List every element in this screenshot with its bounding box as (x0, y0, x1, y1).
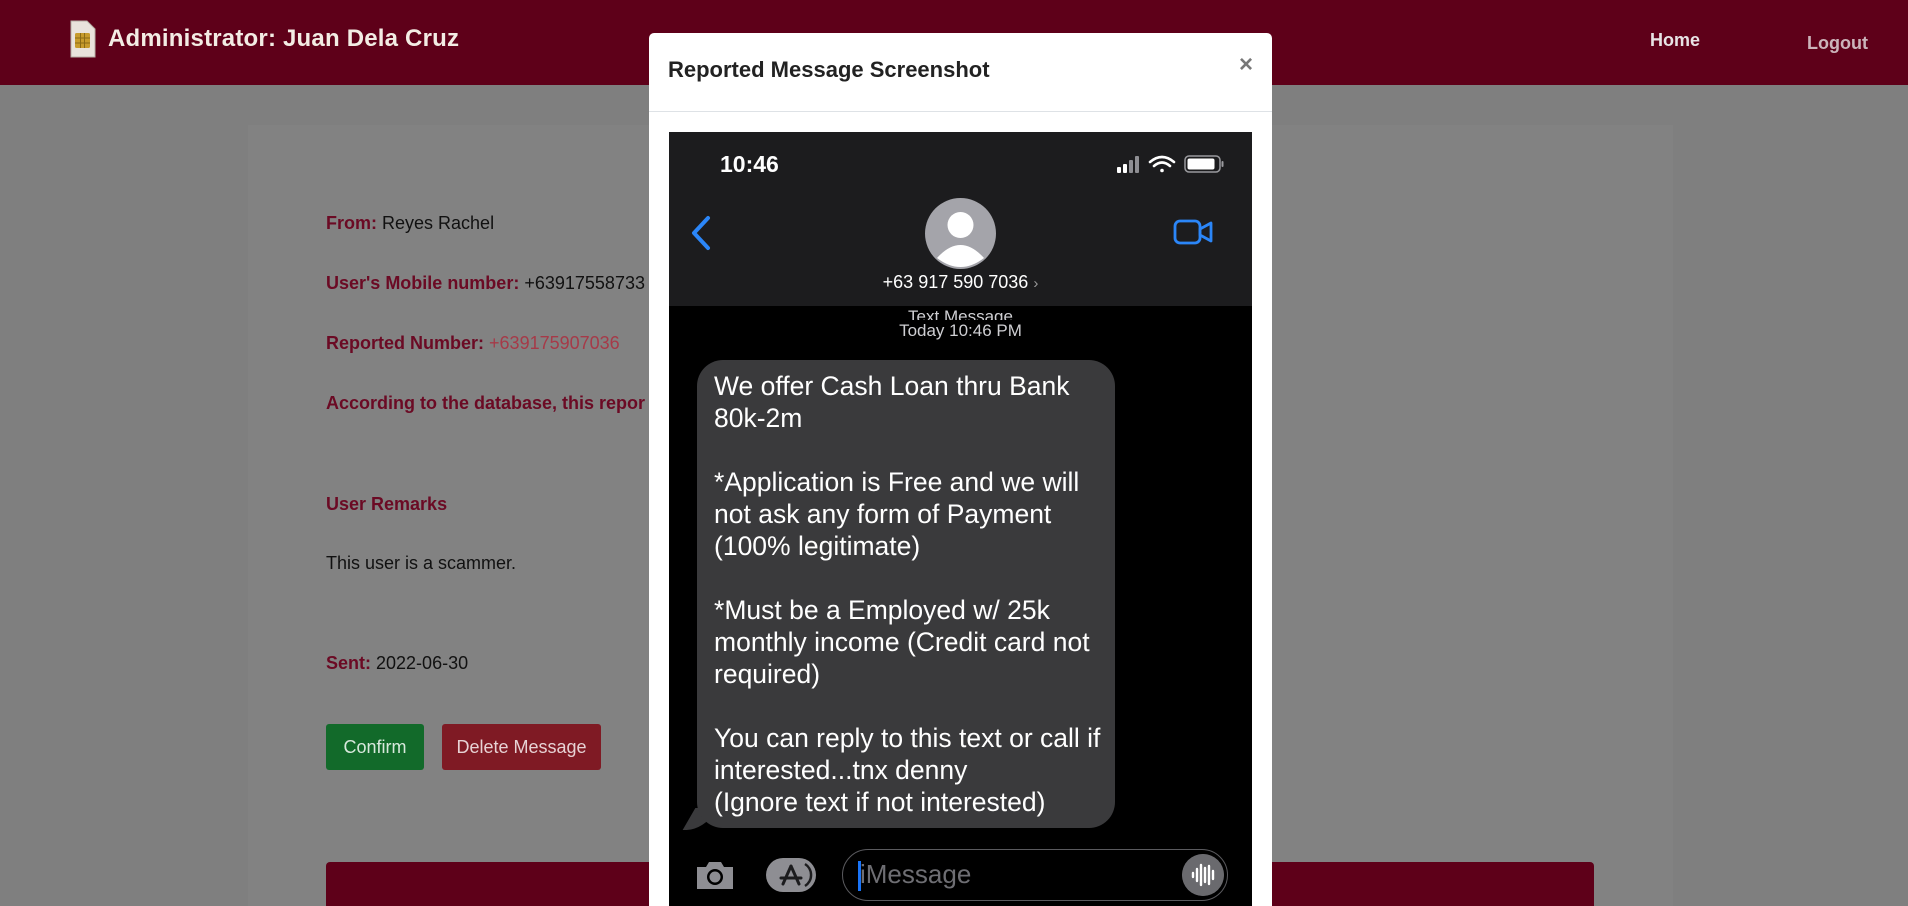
reported-number-value: +639175907036 (489, 333, 620, 353)
mobile-row: User's Mobile number: +63917558733 (326, 273, 645, 294)
imessage-placeholder: iMessage (860, 859, 972, 889)
message-timestamp: Today 10:46 PM (899, 321, 1022, 340)
screenshot-modal: Reported Message Screenshot × 10:46 +63 … (649, 33, 1272, 906)
message-body: We offer Cash Loan thru Bank 80k-2m *App… (714, 371, 1101, 817)
chevron-left-icon[interactable] (689, 215, 713, 251)
cellular-signal-icon (1117, 156, 1139, 173)
message-bubble: We offer Cash Loan thru Bank 80k-2m *App… (697, 360, 1115, 828)
delete-message-button[interactable]: Delete Message (442, 724, 601, 770)
from-value: Reyes Rachel (382, 213, 495, 233)
nav-home-link[interactable]: Home (1650, 30, 1700, 51)
database-note: According to the database, this repor (326, 393, 646, 413)
wifi-icon (1148, 155, 1176, 173)
video-call-icon[interactable] (1173, 218, 1213, 246)
user-remarks-title: User Remarks (326, 494, 448, 514)
user-remarks-text: This user is a scammer. (326, 553, 517, 573)
message-meta: Text Message Today 10:46 PM (669, 307, 1252, 342)
contact-avatar-icon[interactable] (925, 198, 996, 269)
mobile-label: User's Mobile number: (326, 273, 520, 293)
status-icons (1117, 155, 1224, 173)
from-row: From: Reyes Rachel (326, 213, 494, 234)
contact-number[interactable]: +63 917 590 7036 › (669, 272, 1252, 293)
modal-header: Reported Message Screenshot × (649, 33, 1272, 112)
sent-label: Sent: (326, 653, 371, 673)
modal-close-button[interactable]: × (1239, 51, 1253, 79)
contact-number-text: +63 917 590 7036 (882, 272, 1029, 292)
message-screenshot: 10:46 +63 917 590 7036 › Text Message To… (669, 132, 1252, 906)
brand[interactable]: Administrator: Juan Dela Cruz (68, 20, 459, 58)
app-store-icon[interactable] (765, 857, 817, 893)
brand-title: Administrator: Juan Dela Cruz (108, 25, 460, 52)
message-type: Text Message (908, 307, 1013, 320)
imessage-input[interactable]: iMessage (842, 849, 1228, 901)
battery-icon (1184, 155, 1224, 173)
audio-waveform-icon[interactable] (1182, 854, 1224, 896)
from-label: From: (326, 213, 377, 233)
sim-card-icon (70, 20, 96, 58)
sent-value: 2022-06-30 (376, 653, 469, 673)
mobile-value: +63917558733 (524, 273, 645, 293)
reported-number-row: Reported Number: +639175907036 (326, 333, 620, 354)
confirm-button[interactable]: Confirm (326, 724, 424, 770)
chevron-right-icon: › (1033, 275, 1039, 292)
nav-logout-link[interactable]: Logout (1807, 33, 1868, 54)
sent-row: Sent: 2022-06-30 (326, 653, 468, 674)
camera-icon[interactable] (693, 857, 737, 893)
reported-number-label: Reported Number: (326, 333, 485, 353)
modal-title: Reported Message Screenshot (668, 57, 990, 82)
status-time: 10:46 (720, 151, 779, 177)
